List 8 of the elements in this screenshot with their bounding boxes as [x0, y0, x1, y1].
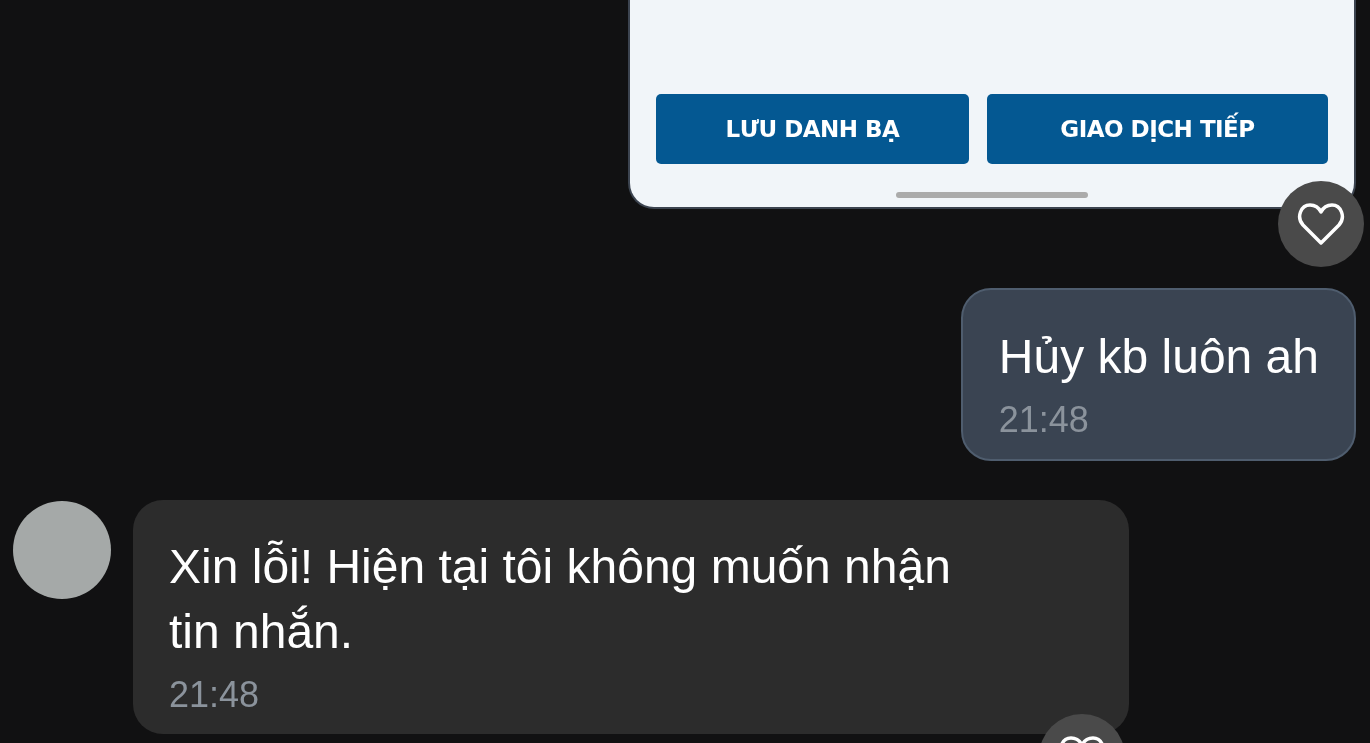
app-button: LƯU DANH BẠ: [656, 94, 969, 164]
message-time: 21:48: [998, 398, 1090, 442]
message-time: 21:48: [169, 673, 261, 717]
message-text: Hủy kb luôn ah: [998, 329, 1319, 385]
heart-icon: [1297, 202, 1345, 246]
message-text: Xin lỗi! Hiện tại tôi không muốn nhận tin nhắn.: [169, 539, 952, 660]
screenshot-card[interactable]: LƯU DANH BẠ GIAO DỊCH TIẾP: [628, 0, 1356, 209]
app-button: GIAO DỊCH TIẾP: [987, 94, 1328, 164]
